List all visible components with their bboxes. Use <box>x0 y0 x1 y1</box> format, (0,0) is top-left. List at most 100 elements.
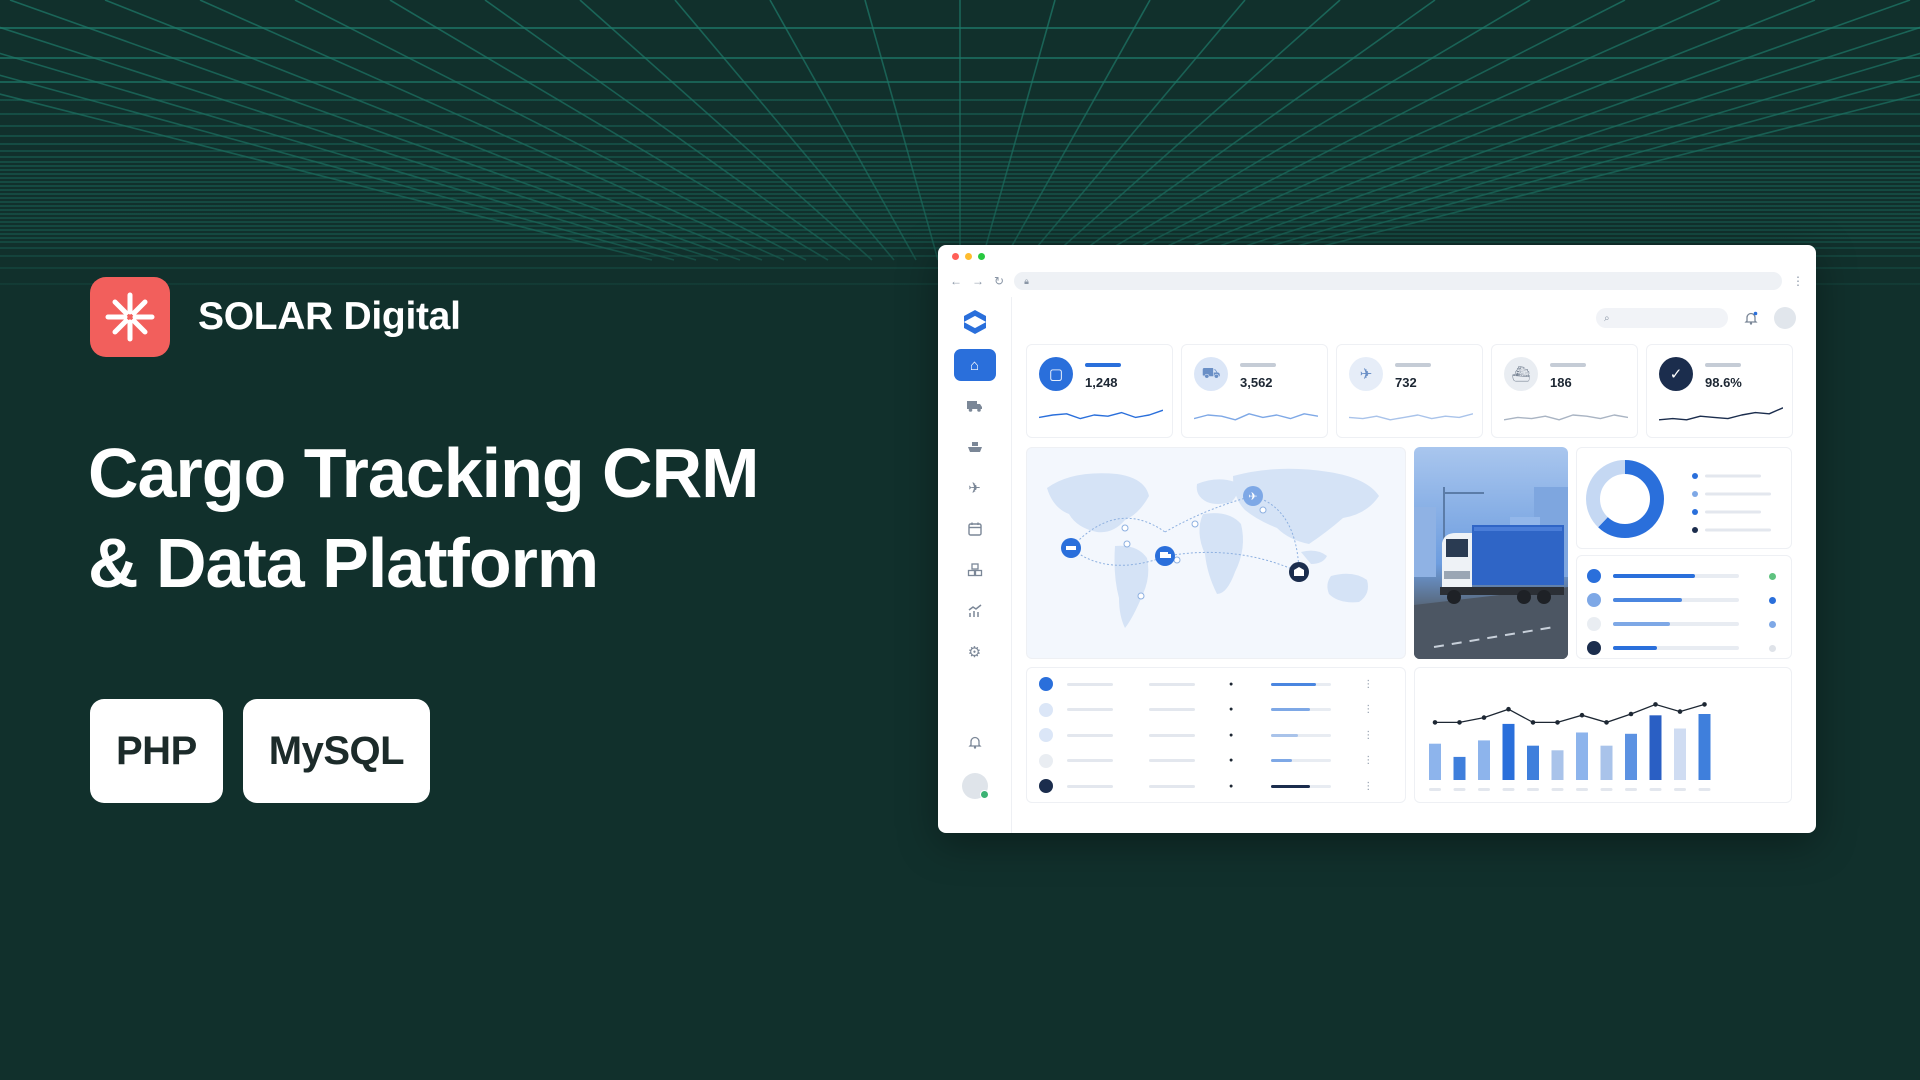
truck-icon <box>1039 702 1053 717</box>
sidebar: ⌂ ✈ ⚙ <box>938 297 1012 833</box>
table-row[interactable]: ● ⋮ <box>1027 725 1405 745</box>
stat-value: 98.6% <box>1705 375 1742 390</box>
progress-row[interactable] <box>1577 614 1791 634</box>
legend-dot <box>1692 473 1698 479</box>
cell-placeholder <box>1067 759 1113 762</box>
shipment-map[interactable]: ✈ <box>1026 447 1406 659</box>
nav-notifications[interactable] <box>954 726 996 758</box>
status-dot <box>1769 620 1776 628</box>
nav-inventory[interactable] <box>954 554 996 586</box>
map-marker-plane[interactable]: ✈ <box>1243 486 1263 506</box>
reload-icon[interactable]: ↻ <box>994 274 1004 288</box>
address-bar[interactable]: 🔒︎ <box>1014 272 1782 290</box>
table-row[interactable]: ● ⋮ <box>1027 751 1405 771</box>
nav-calendar[interactable] <box>954 513 996 545</box>
nav-home[interactable]: ⌂ <box>953 349 996 381</box>
nav-trucking[interactable] <box>954 390 996 422</box>
map-marker-ship[interactable] <box>1061 538 1081 558</box>
chart-line-point <box>1579 712 1585 718</box>
legend-label-placeholder <box>1705 492 1771 496</box>
progress-fill <box>1613 598 1683 602</box>
nav-settings[interactable]: ⚙ <box>954 636 996 668</box>
x-tick-placeholder <box>1576 788 1588 791</box>
x-tick-placeholder <box>1453 788 1466 791</box>
nav-shipping[interactable] <box>954 431 996 463</box>
row-menu-icon[interactable]: ⋮ <box>1363 704 1373 715</box>
maximize-window-button[interactable] <box>978 252 985 260</box>
user-avatar[interactable] <box>961 773 989 799</box>
chart-bar <box>1453 756 1466 780</box>
stat-card[interactable]: ▢ 1,248 <box>1026 344 1173 438</box>
x-tick-placeholder <box>1527 788 1539 791</box>
transport-progress-list <box>1576 555 1792 659</box>
analytics-icon <box>968 604 981 617</box>
chart-bar <box>1429 743 1441 780</box>
warehouse-icon <box>1587 641 1601 655</box>
nav-analytics[interactable] <box>954 595 996 627</box>
delivery-status-donut[interactable] <box>1576 447 1792 549</box>
donut-chart <box>1586 460 1771 538</box>
row-menu-icon[interactable]: ⋮ <box>1363 730 1373 741</box>
stat-card[interactable]: ⛟ 3,562 <box>1181 344 1328 438</box>
profile-avatar[interactable] <box>1774 307 1796 329</box>
x-tick-placeholder <box>1625 788 1637 791</box>
row-menu-icon[interactable]: ⋮ <box>1363 755 1373 766</box>
volume-chart <box>1414 667 1792 803</box>
legend-dot <box>1692 491 1698 497</box>
row-menu-icon[interactable]: ⋮ <box>1363 781 1373 792</box>
stat-label-placeholder <box>1705 363 1741 367</box>
progress-fill <box>1613 574 1695 578</box>
progress-fill <box>1271 682 1317 686</box>
ship-icon <box>1587 617 1601 631</box>
check-icon: ✓ <box>1659 357 1693 391</box>
truck-icon <box>966 401 982 412</box>
sparkline <box>1504 414 1628 421</box>
notifications-bell-icon[interactable] <box>1744 311 1758 325</box>
cell-placeholder <box>1149 708 1195 711</box>
back-icon[interactable]: ← <box>950 274 962 288</box>
progress-row[interactable] <box>1577 566 1791 586</box>
legend-label-placeholder <box>1705 528 1771 532</box>
table-row[interactable]: ● ⋮ <box>1027 776 1405 796</box>
stat-card[interactable]: ✓ 98.6% <box>1646 344 1793 438</box>
progress-track <box>1271 784 1332 788</box>
stat-card[interactable]: ⛴ 186 <box>1491 344 1638 438</box>
table-row[interactable]: ● ⋮ <box>1027 700 1405 720</box>
cell-placeholder <box>1149 759 1195 762</box>
progress-row[interactable] <box>1577 590 1791 610</box>
minimize-window-button[interactable] <box>965 252 972 260</box>
row-menu-icon[interactable]: ⋮ <box>1363 679 1373 690</box>
map-marker-warehouse[interactable] <box>1289 562 1309 582</box>
map-marker-truck[interactable] <box>1155 546 1175 566</box>
truck-icon <box>1587 569 1601 583</box>
location-pin-icon: ● <box>1229 731 1234 739</box>
chart-bar <box>1600 745 1613 780</box>
forward-icon[interactable]: → <box>972 274 984 288</box>
location-pin-icon: ● <box>1229 782 1234 790</box>
status-dot <box>1769 644 1776 652</box>
chart-bar <box>1698 714 1711 780</box>
chart-line-point <box>1457 720 1462 725</box>
legend-label-placeholder <box>1705 510 1761 514</box>
x-tick-placeholder <box>1600 788 1613 791</box>
chart-line-point <box>1628 711 1634 717</box>
stat-label-placeholder <box>1550 363 1586 367</box>
plane-icon: ✈ <box>968 480 981 497</box>
window-controls <box>938 245 1816 267</box>
close-window-button[interactable] <box>952 252 959 260</box>
progress-row[interactable] <box>1577 638 1791 658</box>
dashboard-main: ⌕ ▢ 1,248 ⛟ 3,562 ✈ 732 ⛴ 186 ✓ 98.6% ✈ … <box>1012 297 1816 833</box>
warehouse-icon <box>1039 779 1053 793</box>
nav-air[interactable]: ✈ <box>954 472 996 504</box>
dashboard-app: ⌂ ✈ ⚙ ⌕ ▢ 1,248 ⛟ 3,562 ✈ 732 ⛴ 186 ✓ 98… <box>938 297 1816 833</box>
browser-menu-icon[interactable]: ⋮ <box>1792 274 1804 288</box>
chart-bar <box>1502 723 1515 780</box>
plane-icon: ✈ <box>1349 357 1383 391</box>
ship-icon <box>967 442 982 452</box>
x-tick-placeholder <box>1674 788 1686 791</box>
search-input[interactable]: ⌕ <box>1596 308 1728 328</box>
stat-card[interactable]: ✈ 732 <box>1336 344 1483 438</box>
table-row[interactable]: ● ⋮ <box>1027 674 1405 694</box>
boxes-icon <box>967 563 982 577</box>
browser-toolbar: ← → ↻ 🔒︎ ⋮ <box>938 267 1816 295</box>
